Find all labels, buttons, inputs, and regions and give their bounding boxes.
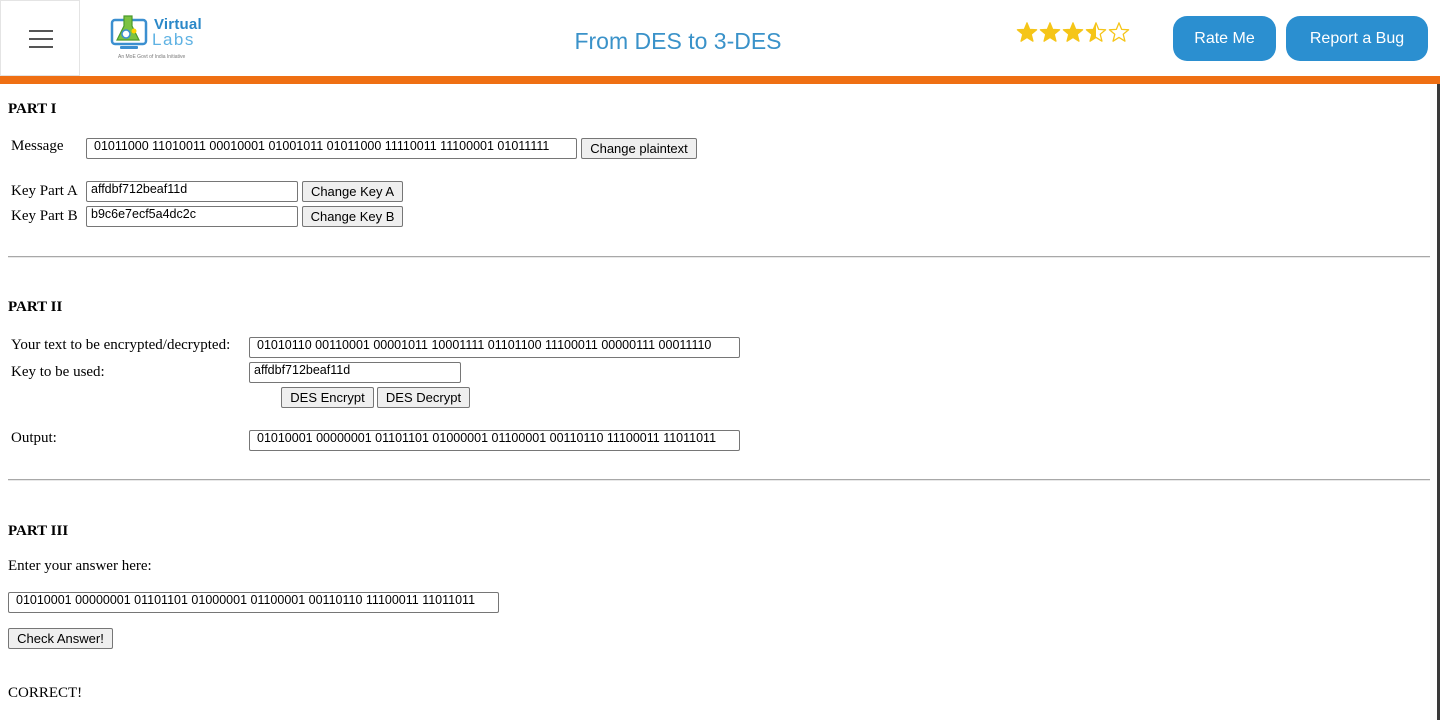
key-b-label: Key Part B [11,208,78,224]
star-icon[interactable] [1039,21,1061,43]
answer-label: Enter your answer here: [8,558,152,574]
des-decrypt-button[interactable]: DES Decrypt [377,387,470,408]
key-b-input[interactable]: b9c6e7ecf5a4dc2c [86,206,298,227]
part3-title: PART III [8,523,69,539]
header-bar: Virtual Labs An MoE Govt of India Initia… [0,0,1440,76]
menu-icon-line [29,30,53,32]
des-encrypt-button[interactable]: DES Encrypt [281,387,374,408]
header-accent-bar [0,76,1440,84]
answer-input[interactable]: 01010001 00000001 01101101 01000001 0110… [8,592,499,613]
hamburger-menu-button[interactable] [0,0,80,76]
key-a-input[interactable]: affdbf712beaf11d [86,181,298,202]
message-input[interactable]: 01011000 11010011 00010001 01001011 0101… [86,138,577,159]
result-message: CORRECT! [8,685,83,701]
section-divider [8,479,1430,481]
key-a-label: Key Part A [11,183,78,199]
virtual-labs-logo[interactable]: Virtual Labs An MoE Govt of India Initia… [110,12,205,64]
rating-stars[interactable] [1016,21,1131,47]
menu-icon-line [29,38,53,40]
part1-title: PART I [8,101,57,117]
page-title: From DES to 3-DES [574,28,782,54]
flask-logo-icon [110,15,148,49]
change-key-b-button[interactable]: Change Key B [302,206,403,227]
star-icon[interactable] [1016,21,1038,43]
text-to-process-label: Your text to be encrypted/decrypted: [11,337,231,353]
change-plaintext-button[interactable]: Change plaintext [581,138,697,159]
section-divider [8,256,1430,258]
logo-text-labs: Labs [152,30,195,49]
message-label: Message [11,138,64,154]
star-icon[interactable] [1108,21,1130,43]
change-key-a-button[interactable]: Change Key A [302,181,403,202]
rate-me-button[interactable]: Rate Me [1173,16,1276,61]
text-to-process-input[interactable]: 01010110 00110001 00001011 10001111 0110… [249,337,740,358]
key-to-use-input[interactable]: affdbf712beaf11d [249,362,461,383]
output-label: Output: [11,430,57,446]
report-bug-button[interactable]: Report a Bug [1286,16,1428,61]
check-answer-button[interactable]: Check Answer! [8,628,113,649]
star-icon[interactable] [1085,21,1107,43]
menu-icon-line [29,46,53,48]
key-to-use-label: Key to be used: [11,364,105,380]
logo-tagline: An MoE Govt of India Initiative [118,54,186,60]
output-field[interactable]: 01010001 00000001 01101101 01000001 0110… [249,430,740,451]
part2-title: PART II [8,299,63,315]
star-icon[interactable] [1062,21,1084,43]
